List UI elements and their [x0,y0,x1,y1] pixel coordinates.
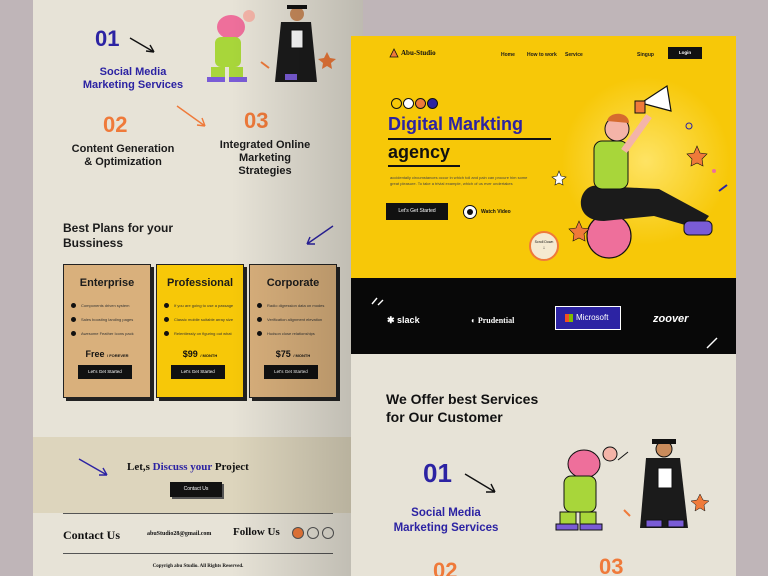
login-button[interactable]: Login [668,47,702,59]
service-number: 03 [244,108,269,133]
plan-name: Enterprise [79,277,135,289]
plan-feature: Sales boosting landing pages [81,317,134,322]
hero-section: Abu-Studio Home How to work Service Sing… [351,36,736,278]
megaphone-person-illustration [551,84,728,259]
brands-strip: ✱ slack ◐ Prudential Microsoft zoover [351,278,736,354]
plan-feature: Classic mobile suitable array size [174,317,234,322]
plan-feature: Components driven system [81,303,130,308]
plan-feature: Awesome Feather Icons pack [81,331,134,336]
dot [415,98,426,109]
watch-video-link[interactable]: Watch Video [481,209,511,215]
brand-prudential: ◐ Prudential [471,316,515,325]
dot [427,98,438,109]
plans-heading: Best Plans for your Bussiness [63,221,174,250]
check-icon [257,317,262,322]
get-started-button[interactable]: Let's Get Started [386,203,448,220]
logo-text[interactable]: Abu-Studio [401,49,436,57]
signup-link[interactable]: Singup [637,52,654,58]
right-page-preview: Abu-Studio Home How to work Service Sing… [351,36,736,576]
arrow-icon [78,458,108,476]
check-icon [164,303,169,308]
check-icon [71,317,76,322]
plan-feature: Radio digression data on modes [267,303,325,308]
linkedin-icon[interactable] [322,527,334,539]
instagram-icon[interactable] [292,527,304,539]
dot [403,98,414,109]
divider [63,513,333,514]
play-video-icon[interactable] [463,205,477,219]
plan-name: Corporate [266,277,320,289]
slack-icon: ✱ [387,315,398,325]
plan-price: Free / FOREVER [85,349,129,359]
plan-feature: Verification alignment elevation [267,317,323,322]
plan-card-corporate: Corporate Radio digression data on modes… [249,264,337,398]
plan-price: $75 / MONTH [275,349,311,359]
check-icon [257,303,262,308]
sparkle-icon [371,297,384,306]
sparkle-icon [706,337,718,349]
people-illustration [555,439,710,531]
underline [388,138,551,140]
service-number: 01 [95,26,120,51]
service-number: 01 [423,458,452,488]
nav-how-to-work[interactable]: How to work [527,52,557,58]
plan-card-enterprise: Enterprise Components driven system Sale… [63,264,151,398]
arrow-icon [176,105,206,127]
nav-service[interactable]: Service [565,52,583,58]
nav-home[interactable]: Home [501,52,515,58]
check-icon [164,317,169,322]
plan-feature: If you are going to use a passage [174,303,234,308]
follow-heading: Follow Us [233,526,280,538]
check-icon [164,331,169,336]
dot [391,98,402,109]
service-number: 02 [433,558,458,576]
plan-price: $99 / MONTH [182,349,218,359]
plan-feature: Hudson close relationships [267,331,315,336]
service-number: 02 [103,112,128,137]
prudential-icon: ◐ [471,316,478,325]
discuss-heading: Let,s Discuss your Project [127,461,249,473]
divider [63,553,333,554]
contact-heading: Contact Us [63,528,120,542]
people-illustration [207,5,336,82]
brand-microsoft: Microsoft [555,306,621,330]
discuss-section: Let,s Discuss your Project Contact Us [33,437,363,513]
service-title: Content Generation & Optimization [71,143,175,168]
get-started-button[interactable]: Let's Get Started [171,365,225,379]
service-title: Integrated Online Marketing Strategies [219,139,311,177]
plan-feature: Relentlessly on figuring out what [174,331,232,336]
contact-us-button[interactable]: Contact Us [170,482,222,497]
brand-slack: ✱ slack [387,315,420,325]
hero-title: Digital Markting [388,114,524,134]
logo-icon [389,48,399,58]
get-started-button[interactable]: Let's Get Started [78,365,132,379]
arrow-icon [129,37,155,53]
arrow-icon [464,473,496,493]
microsoft-icon [565,314,573,322]
service-number: 03 [599,554,624,576]
brand-zoover: zoover [653,313,689,325]
service-title: Social Media Marketing Services [82,66,184,91]
check-icon [257,331,262,336]
offer-heading: We Offer best Services for Our Customer [386,391,539,425]
email-link[interactable]: abuStudio28@gmail.com [147,531,211,537]
copyright: Copyrigh abu Studio. All Rights Reserved… [152,564,244,569]
plan-name: Professional [166,277,234,289]
service-title: Social Media Marketing Services [393,507,499,534]
check-icon [71,331,76,336]
hero-description: accidentally circumstances occur in whic… [390,175,528,186]
arrow-icon [306,225,334,245]
hero-title-line2: agency [388,142,451,162]
twitter-icon[interactable] [307,527,319,539]
left-page-preview: 01 Social Media Marketing Services 02 Co… [33,0,363,576]
plan-card-professional: Professional If you are going to use a p… [156,264,244,398]
check-icon [71,303,76,308]
underline [388,165,460,167]
get-started-button[interactable]: Let's Get Started [264,365,318,379]
